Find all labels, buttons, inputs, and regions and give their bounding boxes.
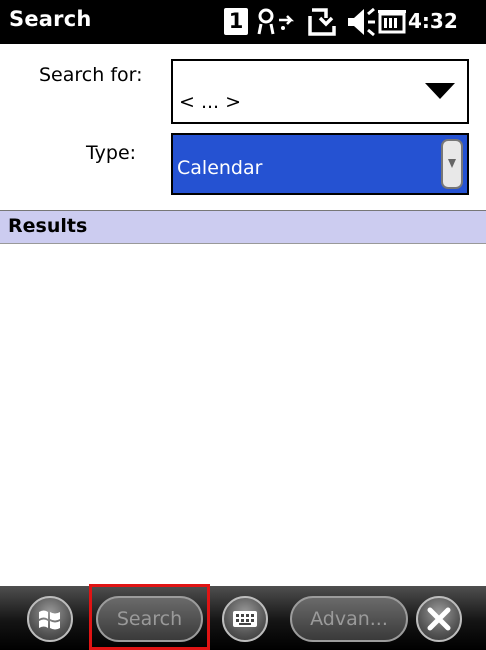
- start-button[interactable]: [27, 596, 73, 642]
- notification-badge[interactable]: 1: [224, 8, 248, 35]
- search-for-value: < ... >: [179, 91, 242, 113]
- type-value: Calendar: [177, 157, 263, 179]
- app-title: Search: [9, 7, 92, 31]
- windows-logo-icon: [39, 610, 60, 630]
- close-button[interactable]: [416, 596, 462, 642]
- battery-icon[interactable]: [377, 6, 407, 38]
- type-select[interactable]: Calendar: [171, 133, 469, 195]
- results-header: Results: [0, 210, 486, 244]
- keyboard-icon: [233, 611, 257, 627]
- results-list[interactable]: [0, 244, 486, 586]
- highlight-frame: [89, 584, 210, 650]
- menu-bar: Search Advan...: [0, 586, 486, 650]
- type-label: Type:: [86, 142, 137, 164]
- volume-icon[interactable]: [346, 6, 376, 38]
- connectivity-icon[interactable]: [257, 6, 299, 38]
- title-bar: Search 1 4:32: [0, 0, 486, 44]
- search-for-label: Search for:: [39, 64, 143, 86]
- advanced-button[interactable]: Advan...: [290, 596, 408, 642]
- sync-icon[interactable]: [306, 6, 340, 38]
- results-title: Results: [8, 215, 88, 237]
- keyboard-button[interactable]: [222, 596, 268, 642]
- close-icon: [427, 607, 451, 631]
- clock[interactable]: 4:32: [408, 9, 458, 33]
- search-for-combobox[interactable]: < ... >: [171, 59, 469, 124]
- spin-down-icon[interactable]: [441, 139, 463, 189]
- dropdown-arrow-icon[interactable]: [425, 83, 455, 99]
